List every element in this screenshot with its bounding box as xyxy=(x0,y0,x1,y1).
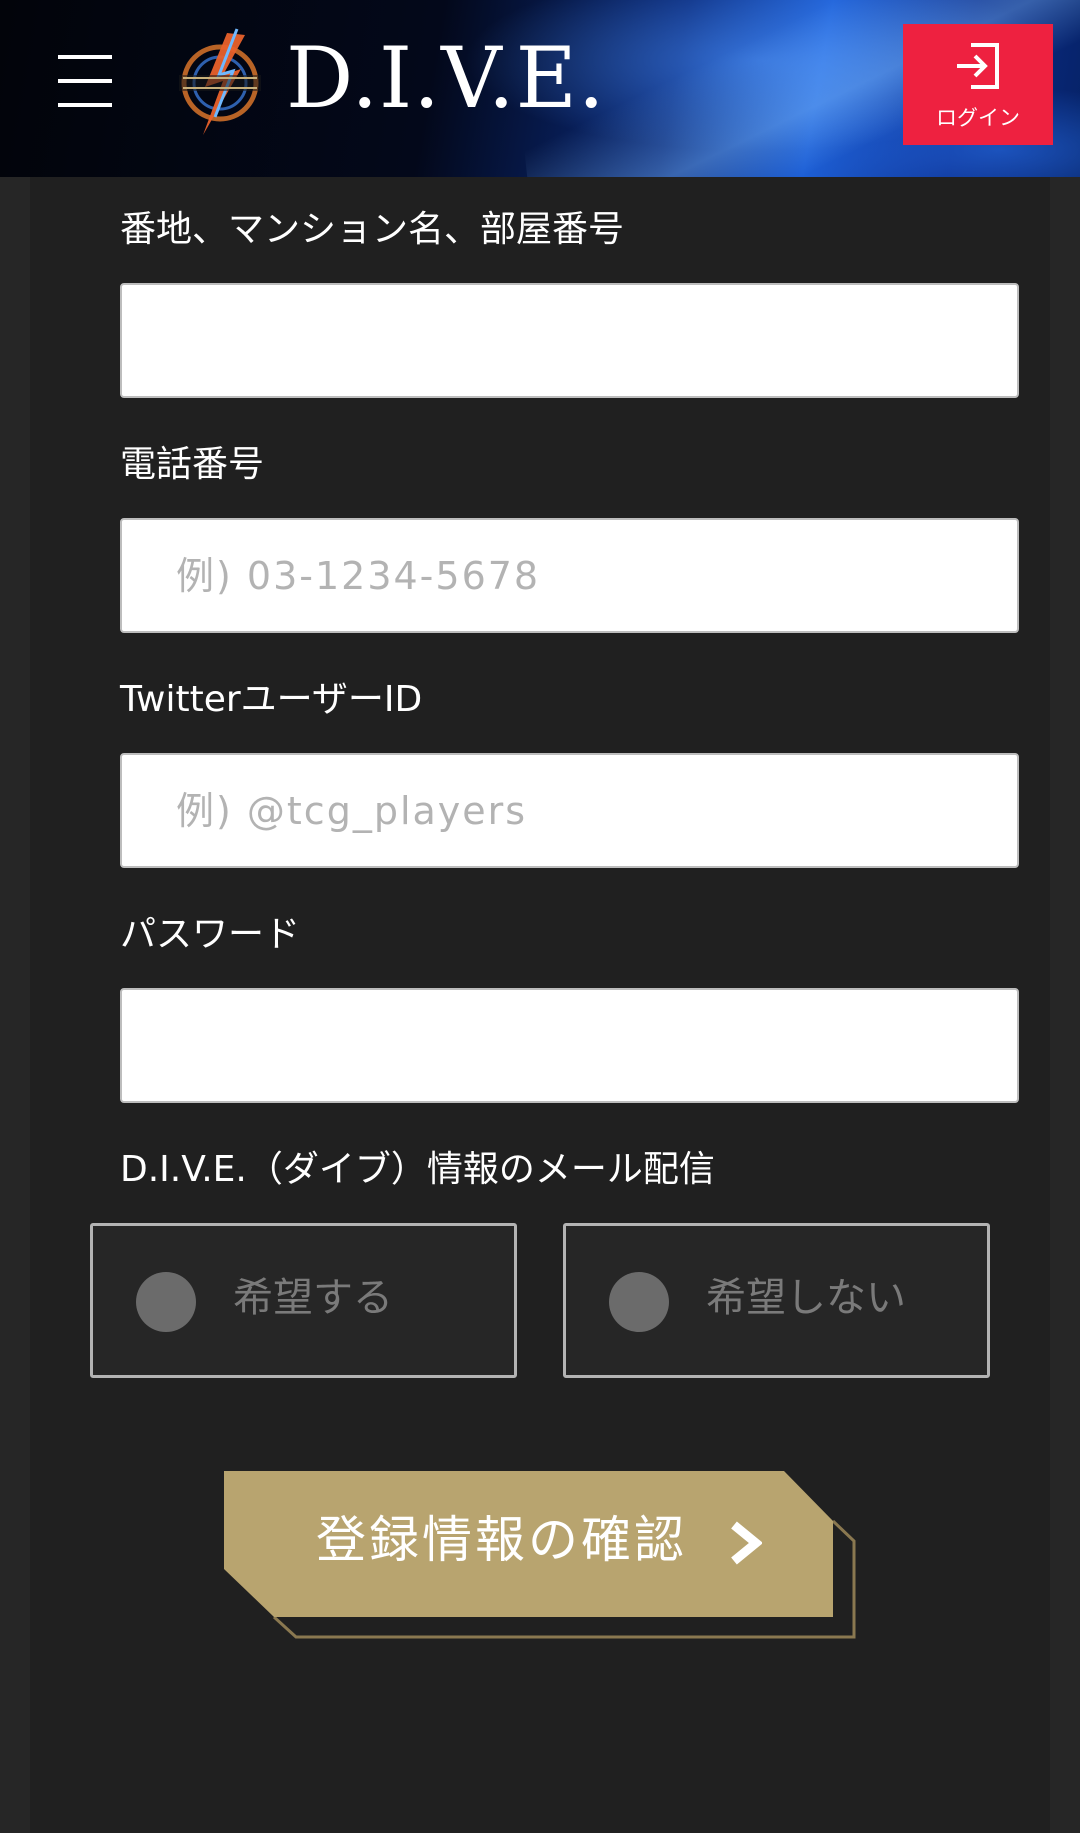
login-label: ログイン xyxy=(936,106,1020,130)
menu-bar xyxy=(58,103,112,107)
site-header: D.I.V.E. ログイン xyxy=(0,0,1080,177)
login-button[interactable]: ログイン xyxy=(903,24,1053,145)
mail-option-yes[interactable]: 希望する xyxy=(90,1223,517,1378)
address-line-label: 番地、マンション名、部屋番号 xyxy=(120,209,625,250)
password-label: パスワード xyxy=(120,914,301,955)
radio-circle-icon xyxy=(136,1272,196,1332)
game-emblem-logo[interactable] xyxy=(175,25,265,140)
site-logo-text[interactable]: D.I.V.E. xyxy=(286,36,606,120)
phone-input[interactable] xyxy=(120,518,1019,633)
radio-circle-icon xyxy=(609,1272,669,1332)
address-line-input[interactable] xyxy=(120,283,1019,398)
mail-subscription-label: D.I.V.E.（ダイブ）情報のメール配信 xyxy=(120,1149,715,1190)
twitter-id-label: TwitterユーザーID xyxy=(120,679,423,720)
twitter-id-input[interactable] xyxy=(120,753,1019,868)
hamburger-menu-icon[interactable] xyxy=(58,55,113,110)
chevron-right-icon xyxy=(731,1521,762,1565)
login-icon xyxy=(957,43,999,89)
menu-bar xyxy=(58,55,112,59)
confirm-button-label: 登録情報の確認 xyxy=(316,1511,687,1569)
password-input[interactable] xyxy=(120,988,1019,1103)
mail-option-no-label: 希望しない xyxy=(706,1275,906,1321)
menu-bar xyxy=(58,79,112,83)
confirm-registration-button[interactable]: 登録情報の確認 xyxy=(224,1471,856,1641)
phone-label: 電話番号 xyxy=(120,444,265,485)
mail-option-no[interactable]: 希望しない xyxy=(563,1223,990,1378)
mail-option-yes-label: 希望する xyxy=(233,1275,393,1321)
